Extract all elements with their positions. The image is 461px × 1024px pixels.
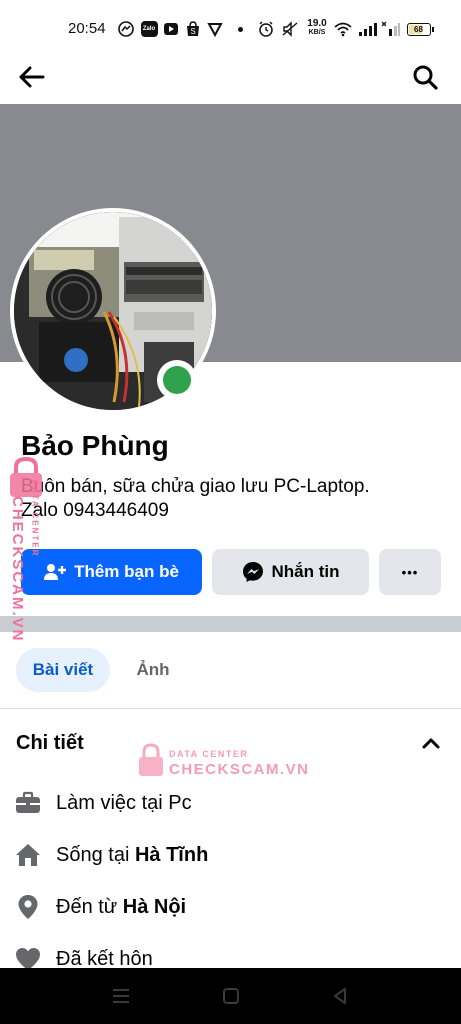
wifi-icon — [333, 20, 353, 38]
alarm-icon — [258, 20, 274, 38]
back-button[interactable] — [14, 60, 48, 94]
more-icon: ••• — [401, 564, 419, 580]
network-speed-value: 19.0 — [307, 18, 327, 29]
recent-apps-button[interactable] — [110, 986, 132, 1006]
messenger-icon — [242, 562, 263, 582]
message-label: Nhắn tin — [271, 562, 340, 581]
battery-icon: 68 — [406, 20, 434, 38]
watermark-center-subtext: DATA CENTER — [169, 749, 249, 759]
location-pin-icon — [14, 893, 42, 921]
profile-bio: Buôn bán, sữa chửa giao lưu PC-Laptop. Z… — [21, 476, 370, 521]
more-options-button[interactable]: ••• — [379, 549, 441, 595]
add-friend-label: Thêm bạn bè — [74, 562, 179, 581]
network-speed-unit: KB/S — [308, 29, 326, 36]
watermark-vertical-subtext: DATA CENTER — [30, 479, 40, 558]
detail-work-text: Làm việc tại Pc — [56, 791, 192, 814]
menu-icon — [113, 989, 129, 1003]
home-icon — [14, 841, 42, 869]
detail-lives-in-place[interactable]: Hà Tĩnh — [135, 844, 208, 866]
section-divider — [0, 616, 461, 632]
detail-lives-in: Sống tại Hà Tĩnh — [14, 840, 208, 870]
detail-from: Đến từ Hà Nội — [14, 892, 186, 922]
signal-icon — [357, 20, 377, 38]
arrow-left-icon — [19, 66, 45, 88]
svg-text:S: S — [190, 27, 195, 36]
briefcase-icon — [14, 789, 42, 817]
watermark-center-lock-icon — [136, 742, 166, 778]
vpn-icon — [207, 20, 223, 38]
detail-work: Làm việc tại Pc — [14, 788, 192, 818]
detail-from-place[interactable]: Hà Nội — [123, 896, 186, 918]
signal-2-icon — [381, 20, 401, 38]
zalo-icon-text: Zalo — [140, 21, 158, 37]
search-button[interactable] — [408, 60, 442, 94]
details-title: Chi tiết — [16, 732, 84, 754]
add-friend-icon — [44, 564, 67, 580]
messenger-icon — [118, 20, 134, 38]
detail-relationship-text: Đã kết hôn — [56, 947, 153, 970]
shopee-icon: S — [185, 20, 201, 38]
search-icon — [413, 65, 438, 90]
tab-photos[interactable]: Ảnh — [120, 648, 186, 692]
watermark-vertical-text: CHECKSCAM.VN — [9, 496, 26, 643]
square-icon — [223, 988, 239, 1004]
tabs-divider — [0, 708, 461, 709]
status-time: 20:54 — [68, 20, 106, 37]
top-app-bar — [0, 52, 461, 104]
network-speed: 19.0 KB/S — [306, 19, 328, 37]
chevron-up-icon — [422, 738, 440, 749]
watermark-center-text: CHECKSCAM.VN — [169, 761, 310, 778]
back-nav-button[interactable] — [330, 986, 350, 1006]
home-button[interactable] — [221, 986, 241, 1006]
add-friend-button[interactable]: Thêm bạn bè — [21, 549, 202, 595]
message-button[interactable]: Nhắn tin — [212, 549, 369, 595]
online-status-indicator — [163, 366, 191, 394]
detail-from-prefix: Đến từ — [56, 895, 123, 918]
zalo-icon: Zalo — [140, 20, 158, 38]
mute-icon — [281, 20, 299, 38]
collapse-button[interactable] — [420, 732, 442, 754]
youtube-icon — [163, 20, 179, 38]
battery-level: 68 — [414, 24, 423, 34]
dot-icon — [235, 20, 245, 38]
detail-lives-in-prefix: Sống tại — [56, 843, 135, 866]
watermark-lock-icon — [4, 455, 48, 499]
triangle-back-icon — [334, 988, 346, 1004]
tab-posts[interactable]: Bài viết — [16, 648, 110, 692]
